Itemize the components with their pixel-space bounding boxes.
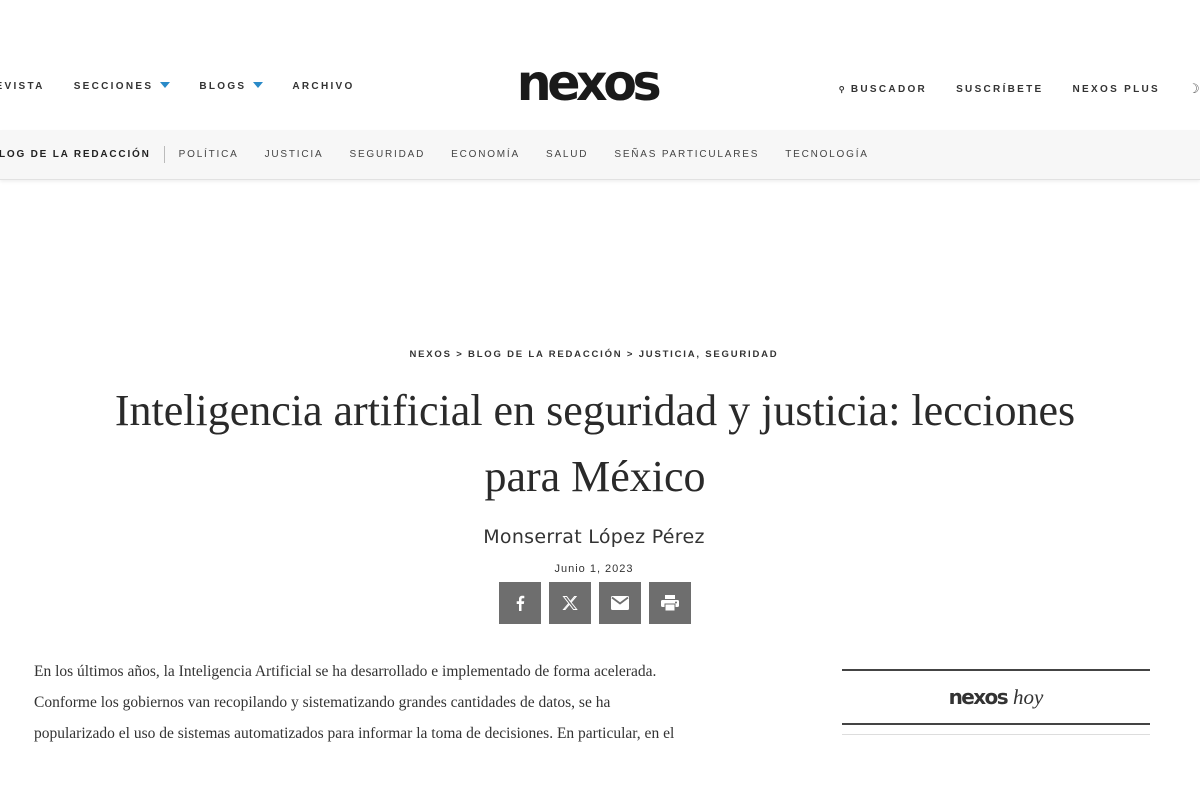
nav-nexos-plus-label: NEXOS PLUS [1072,83,1160,95]
breadcrumb: NEXOS > BLOG DE LA REDACCIÓN > JUSTICIA,… [0,349,1188,360]
breadcrumb-separator: > [626,349,635,360]
sidebar-nexos-hoy: nexos hoy [842,669,1150,735]
primary-nav-right: ⚲ BUSCADOR SUSCRÍBETE NEXOS PLUS ☽ [810,81,1200,97]
body-line: En los últimos años, la Inteligencia Art… [34,663,657,680]
section-subnav: BLOG DE LA REDACCIÓN POLÍTICA JUSTICIA S… [0,130,1200,180]
nav-revista-label: REVISTA [0,81,45,92]
sidebar-divider [842,723,1150,725]
nav-revista[interactable]: REVISTA [0,81,45,92]
nav-secciones[interactable]: SECCIONES [74,81,171,92]
article-title: Inteligencia artificial en seguridad y j… [114,386,1076,501]
caret-down-icon [160,82,171,88]
site-header: REVISTA SECCIONES BLOGS ARCHIVO nexos ⚲B… [0,0,1200,130]
sidebar-title[interactable]: nexos hoy [842,671,1150,723]
nav-blogs[interactable]: BLOGS [199,81,264,92]
sidebar-title-suffix: hoy [1013,684,1044,709]
nav-blogs-label: BLOGS [199,81,247,92]
site-logo[interactable]: nexos [510,57,665,109]
caret-down-icon [253,82,264,88]
share-print-button[interactable] [649,582,691,624]
x-icon [562,596,578,610]
subnav-blog-de-la-redaccion[interactable]: BLOG DE LA REDACCIÓN [0,149,151,160]
facebook-icon [516,595,525,611]
sidebar-logo: nexos [948,685,1009,709]
article-author[interactable]: Monserrat López Pérez [0,526,1188,548]
breadcrumb-nexos[interactable]: NEXOS [410,349,452,360]
email-icon [611,596,629,610]
breadcrumb-blog[interactable]: BLOG DE LA REDACCIÓN [468,349,622,360]
subnav-senas-particulares[interactable]: SEÑAS PARTICULARES [614,149,759,160]
subnav-divider [163,146,165,163]
subnav-justicia[interactable]: JUSTICIA [265,149,324,160]
nav-archivo-label: ARCHIVO [292,81,355,92]
nav-secciones-label: SECCIONES [73,81,154,92]
share-buttons [499,582,699,624]
subnav-politica[interactable]: POLÍTICA [179,149,239,160]
sidebar-divider [842,734,1150,735]
article-date: Junio 1, 2023 [554,563,634,575]
nav-nexos-plus[interactable]: NEXOS PLUS [1073,84,1160,95]
primary-nav-left: REVISTA SECCIONES BLOGS ARCHIVO [0,81,384,92]
subnav-tecnologia[interactable]: TECNOLOGÍA [785,149,869,160]
nav-suscribete[interactable]: SUSCRÍBETE [956,84,1043,95]
nav-archivo[interactable]: ARCHIVO [292,81,354,92]
search-icon: ⚲ [838,84,847,94]
article-body: En los últimos años, la Inteligencia Art… [34,656,774,749]
subnav-salud[interactable]: SALUD [546,149,588,160]
nav-buscador[interactable]: ⚲ BUSCADOR [839,84,927,95]
subnav-seguridad[interactable]: SEGURIDAD [349,149,425,160]
share-facebook-button[interactable] [499,582,541,624]
share-email-button[interactable] [599,582,641,624]
subnav-economia[interactable]: ECONOMÍA [451,149,520,160]
nav-suscribete-label: SUSCRÍBETE [956,83,1044,95]
print-icon [661,595,679,611]
breadcrumb-separator: > [456,349,464,360]
nav-buscador-label: BUSCADOR [850,83,928,95]
body-line: popularizado el uso de sistemas automati… [34,725,675,742]
body-line: Conforme los gobiernos van recopilando y… [34,694,611,711]
breadcrumb-categories[interactable]: JUSTICIA, SEGURIDAD [639,349,779,360]
moon-icon[interactable]: ☽ [1188,81,1200,97]
share-x-button[interactable] [549,582,591,624]
